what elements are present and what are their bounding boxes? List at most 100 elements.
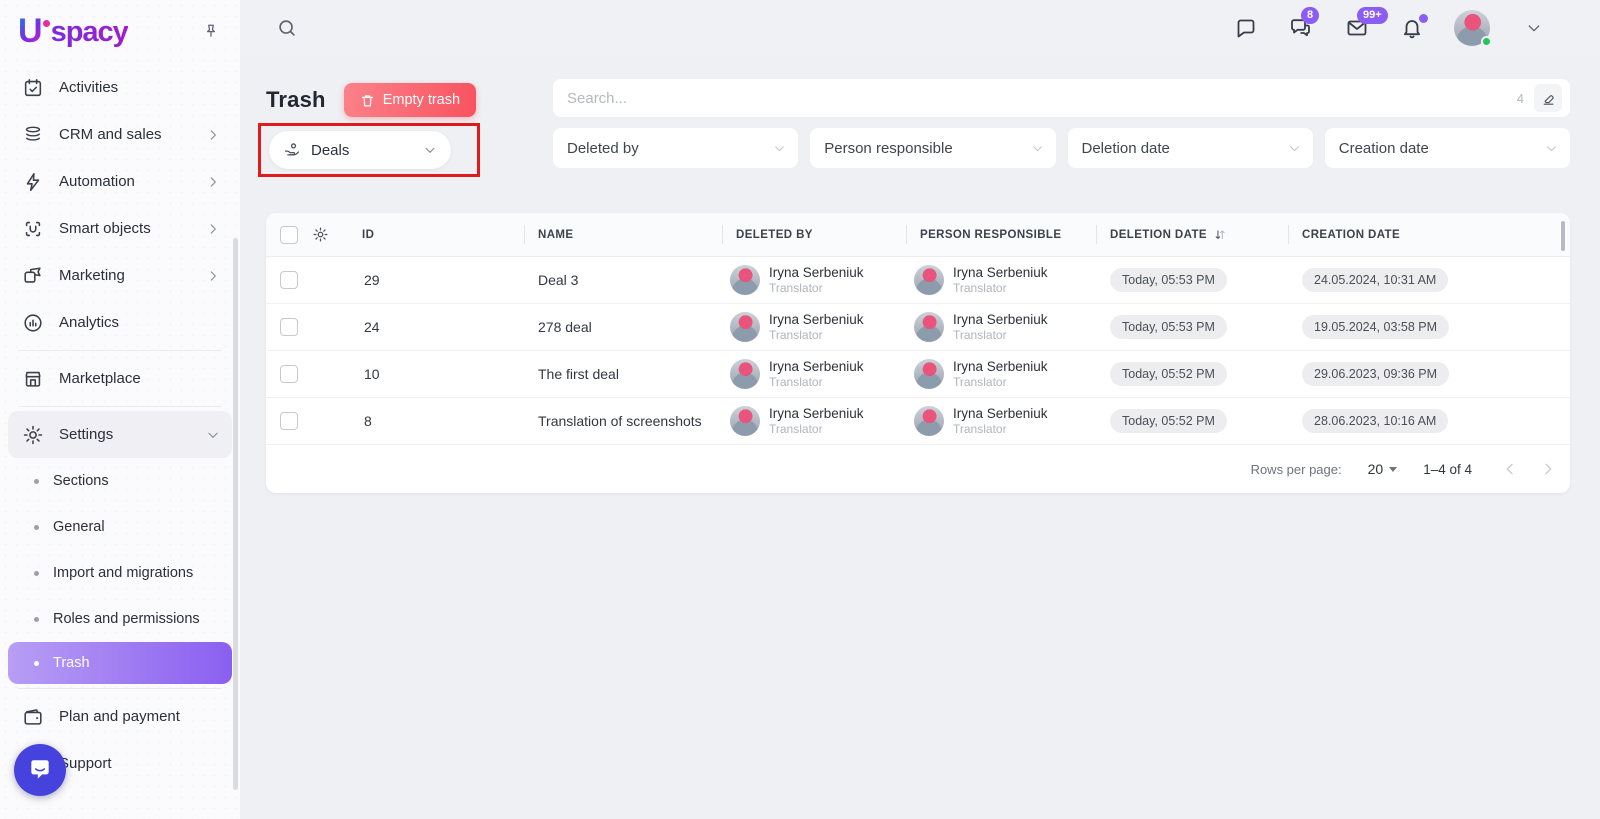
user-role: Translator xyxy=(953,422,1048,437)
table-row[interactable]: 29 Deal 3 Iryna SerbeniukTranslator Iryn… xyxy=(266,257,1570,304)
deletion-date-badge: Today, 05:52 PM xyxy=(1110,362,1227,386)
column-header-creation-date[interactable]: CREATION DATE xyxy=(1288,213,1570,256)
creation-date-badge: 19.05.2024, 03:58 PM xyxy=(1302,315,1449,339)
user-avatar[interactable] xyxy=(1454,10,1490,46)
select-all-checkbox[interactable] xyxy=(280,226,298,244)
deletion-date-badge: Today, 05:53 PM xyxy=(1110,268,1227,292)
table-row[interactable]: 10 The first deal Iryna SerbeniukTransla… xyxy=(266,351,1570,398)
clear-filters-button[interactable] xyxy=(1534,84,1562,112)
creation-date-badge: 29.06.2023, 09:36 PM xyxy=(1302,362,1449,386)
chevron-down-icon xyxy=(423,143,437,157)
mail-icon[interactable]: 99+ xyxy=(1344,16,1370,40)
sidebar-subitem-label: Trash xyxy=(53,655,90,671)
sidebar-item-roles-and-permissions[interactable]: Roles and permissions xyxy=(0,596,240,642)
chevron-right-icon xyxy=(206,269,220,283)
sidebar-item-crm-and-sales[interactable]: CRM and sales xyxy=(0,111,240,158)
column-header-id[interactable]: ID xyxy=(348,213,524,256)
sidebar-item-trash[interactable]: Trash xyxy=(8,642,232,684)
rows-per-page-select[interactable]: 20 xyxy=(1368,461,1398,477)
mail-badge: 99+ xyxy=(1357,7,1388,24)
cell-person-responsible[interactable]: Iryna SerbeniukTranslator xyxy=(906,264,1096,296)
cell-id: 10 xyxy=(348,366,524,382)
cell-id: 29 xyxy=(348,272,524,288)
sidebar-subitem-label: Roles and permissions xyxy=(53,611,200,627)
creation-date-badge: 24.05.2024, 10:31 AM xyxy=(1302,268,1448,292)
bullet-icon xyxy=(34,617,39,622)
column-header-deleted-by[interactable]: DELETED BY xyxy=(722,213,906,256)
sidebar-item-activities[interactable]: Activities xyxy=(0,64,240,111)
profile-chevron-down-icon[interactable] xyxy=(1526,20,1542,36)
cell-deleted-by[interactable]: Iryna SerbeniukTranslator xyxy=(722,264,906,296)
sidebar-item-plan-and-payment[interactable]: Plan and payment xyxy=(0,693,240,740)
search-input[interactable] xyxy=(567,90,1517,107)
messenger-icon[interactable]: 8 xyxy=(1288,16,1314,40)
sidebar-item-label: Smart objects xyxy=(59,220,191,237)
filter-deleted-by[interactable]: Deleted by xyxy=(553,128,798,168)
cell-person-responsible[interactable]: Iryna SerbeniukTranslator xyxy=(906,358,1096,390)
avatar xyxy=(730,312,760,342)
support-chat-launcher-button[interactable] xyxy=(14,744,66,796)
cell-deleted-by[interactable]: Iryna SerbeniukTranslator xyxy=(722,405,906,437)
chat-bubble-icon xyxy=(27,757,53,783)
table-row[interactable]: 8 Translation of screenshots Iryna Serbe… xyxy=(266,398,1570,445)
pin-sidebar-icon[interactable] xyxy=(200,21,222,43)
filter-person-responsible[interactable]: Person responsible xyxy=(810,128,1055,168)
comment-icon[interactable] xyxy=(1234,16,1258,40)
uspacy-logo[interactable]: Uspacy xyxy=(18,16,128,49)
filter-label: Deleted by xyxy=(567,140,639,157)
main-content: Trash Empty trash Deals xyxy=(240,55,1600,819)
sidebar-item-smart-objects[interactable]: Smart objects xyxy=(0,205,240,252)
sidebar-item-import-and-migrations[interactable]: Import and migrations xyxy=(0,550,240,596)
cell-deleted-by[interactable]: Iryna SerbeniukTranslator xyxy=(722,358,906,390)
user-role: Translator xyxy=(769,328,864,343)
filter-creation-date[interactable]: Creation date xyxy=(1325,128,1570,168)
creation-date-badge: 28.06.2023, 10:16 AM xyxy=(1302,409,1448,433)
sort-arrows-icon[interactable] xyxy=(1213,228,1227,242)
filter-deletion-date[interactable]: Deletion date xyxy=(1068,128,1313,168)
filter-label: Creation date xyxy=(1339,140,1429,157)
sidebar-item-analytics[interactable]: Analytics xyxy=(0,299,240,346)
empty-trash-button[interactable]: Empty trash xyxy=(344,83,476,117)
filter-label: Person responsible xyxy=(824,140,952,157)
column-header-person-responsible[interactable]: PERSON RESPONSIBLE xyxy=(906,213,1096,256)
cell-person-responsible[interactable]: Iryna SerbeniukTranslator xyxy=(906,405,1096,437)
sidebar-item-automation[interactable]: Automation xyxy=(0,158,240,205)
user-name: Iryna Serbeniuk xyxy=(953,264,1048,281)
sidebar-item-general[interactable]: General xyxy=(0,504,240,550)
deletion-date-badge: Today, 05:53 PM xyxy=(1110,315,1227,339)
avatar xyxy=(730,406,760,436)
row-checkbox[interactable] xyxy=(280,271,298,289)
rows-per-page-label: Rows per page: xyxy=(1251,462,1342,477)
cell-deleted-by[interactable]: Iryna SerbeniukTranslator xyxy=(722,311,906,343)
table-scrollbar[interactable] xyxy=(1561,221,1565,251)
table-settings-gear-icon[interactable] xyxy=(312,226,348,243)
previous-page-button[interactable] xyxy=(1502,461,1518,477)
row-checkbox[interactable] xyxy=(280,365,298,383)
chevron-down-icon xyxy=(1288,142,1301,155)
column-header-label: ID xyxy=(362,229,374,241)
filter-label: Deletion date xyxy=(1082,140,1170,157)
next-page-button[interactable] xyxy=(1540,461,1556,477)
column-header-deletion-date[interactable]: DELETION DATE xyxy=(1096,213,1288,256)
entity-type-dropdown[interactable]: Deals xyxy=(269,131,451,169)
user-role: Translator xyxy=(953,375,1048,390)
sidebar-scrollbar[interactable] xyxy=(233,238,238,790)
sidebar-item-sections[interactable]: Sections xyxy=(0,458,240,504)
column-header-name[interactable]: NAME xyxy=(524,213,722,256)
global-search-icon[interactable] xyxy=(276,17,298,39)
sidebar-item-label: Settings xyxy=(59,426,191,443)
table-row[interactable]: 24 278 deal Iryna SerbeniukTranslator Ir… xyxy=(266,304,1570,351)
row-checkbox[interactable] xyxy=(280,318,298,336)
chevron-down-icon xyxy=(1031,142,1044,155)
trash-table: ID NAME DELETED BY PERSON RESPONSIBLE DE… xyxy=(266,213,1570,493)
sidebar-item-marketplace[interactable]: Marketplace xyxy=(0,355,240,402)
sidebar-item-settings[interactable]: Settings xyxy=(8,411,232,458)
sidebar-item-marketing[interactable]: Marketing xyxy=(0,252,240,299)
cell-name: Deal 3 xyxy=(524,272,722,288)
row-checkbox[interactable] xyxy=(280,412,298,430)
table-header-row: ID NAME DELETED BY PERSON RESPONSIBLE DE… xyxy=(266,213,1570,257)
cell-person-responsible[interactable]: Iryna SerbeniukTranslator xyxy=(906,311,1096,343)
trash-can-icon xyxy=(360,93,375,108)
avatar xyxy=(730,265,760,295)
bell-icon[interactable] xyxy=(1400,16,1424,40)
